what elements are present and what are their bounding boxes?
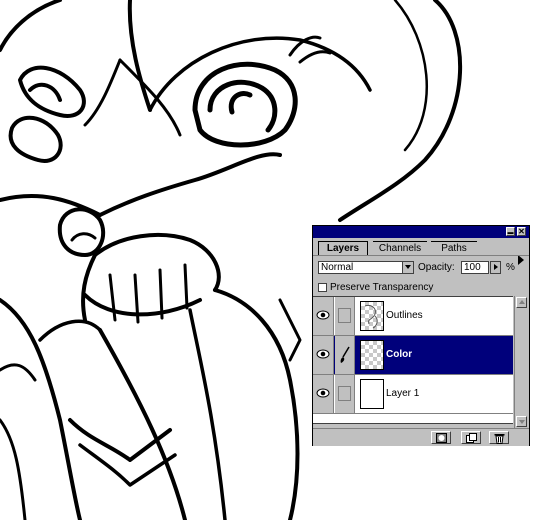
layer-thumbnail bbox=[360, 301, 384, 331]
visibility-toggle[interactable] bbox=[313, 297, 334, 335]
active-layer-toggle[interactable] bbox=[335, 336, 355, 374]
chevron-down-icon[interactable] bbox=[402, 262, 413, 273]
eye-icon bbox=[316, 388, 330, 398]
scroll-down-icon[interactable] bbox=[516, 416, 527, 427]
layer-name: Layer 1 bbox=[386, 388, 420, 399]
close-button[interactable]: ✕ bbox=[517, 227, 526, 236]
opacity-label: Opacity: bbox=[418, 262, 455, 273]
layer-name: Color bbox=[386, 349, 413, 360]
empty-link-icon bbox=[338, 308, 351, 323]
preserve-transparency-checkbox[interactable] bbox=[318, 283, 327, 292]
layer-thumbnail bbox=[360, 379, 384, 409]
preserve-transparency-label: Preserve Transparency bbox=[330, 282, 434, 293]
palette-titlebar[interactable]: ▬ ✕ bbox=[313, 226, 529, 238]
opacity-input[interactable]: 100 bbox=[461, 261, 489, 274]
opacity-unit: % bbox=[506, 262, 515, 273]
close-icon: ✕ bbox=[518, 227, 525, 236]
link-toggle[interactable] bbox=[335, 375, 355, 413]
paintbrush-icon bbox=[340, 346, 350, 363]
eye-icon bbox=[316, 310, 330, 320]
blend-mode-select[interactable]: Normal bbox=[318, 261, 414, 274]
layer-row-layer-1[interactable]: Layer 1 bbox=[313, 375, 513, 414]
new-layer-icon bbox=[466, 433, 477, 443]
link-toggle[interactable] bbox=[335, 297, 355, 335]
layer-row-outlines[interactable]: Outlines bbox=[313, 297, 513, 336]
layer-name: Outlines bbox=[386, 310, 423, 321]
tab-divider bbox=[313, 255, 529, 256]
layer-thumbnail bbox=[360, 340, 384, 370]
delete-layer-button[interactable] bbox=[489, 431, 509, 444]
palette-menu-arrow-icon[interactable] bbox=[518, 255, 524, 265]
eye-icon bbox=[316, 349, 330, 359]
layer-row-color[interactable]: Color bbox=[313, 336, 513, 375]
opacity-slider-button[interactable] bbox=[490, 261, 501, 274]
tab-paths[interactable]: Paths bbox=[431, 241, 477, 256]
minimize-icon: ▬ bbox=[507, 230, 514, 236]
empty-link-icon bbox=[338, 386, 351, 401]
visibility-toggle[interactable] bbox=[313, 336, 334, 374]
outline-sketch-icon bbox=[364, 305, 378, 329]
palette-bottom-bar bbox=[313, 428, 529, 446]
layer-mask-icon bbox=[436, 433, 447, 443]
scroll-up-icon[interactable] bbox=[516, 297, 527, 308]
palette-tabs: Layers Channels Paths bbox=[313, 239, 529, 265]
add-layer-mask-button[interactable] bbox=[431, 431, 451, 444]
trash-icon bbox=[494, 434, 505, 444]
layers-palette: ▬ ✕ Layers Channels Paths Normal Opacity… bbox=[312, 225, 530, 446]
minimize-button[interactable]: ▬ bbox=[506, 227, 515, 236]
visibility-toggle[interactable] bbox=[313, 375, 334, 413]
new-layer-button[interactable] bbox=[461, 431, 481, 444]
blend-mode-value: Normal bbox=[321, 262, 354, 273]
layer-list: Outlines Color Layer 1 bbox=[313, 296, 513, 424]
layer-list-scrollbar[interactable] bbox=[514, 296, 528, 430]
tab-layers[interactable]: Layers bbox=[318, 241, 368, 256]
tab-channels[interactable]: Channels bbox=[373, 241, 427, 256]
